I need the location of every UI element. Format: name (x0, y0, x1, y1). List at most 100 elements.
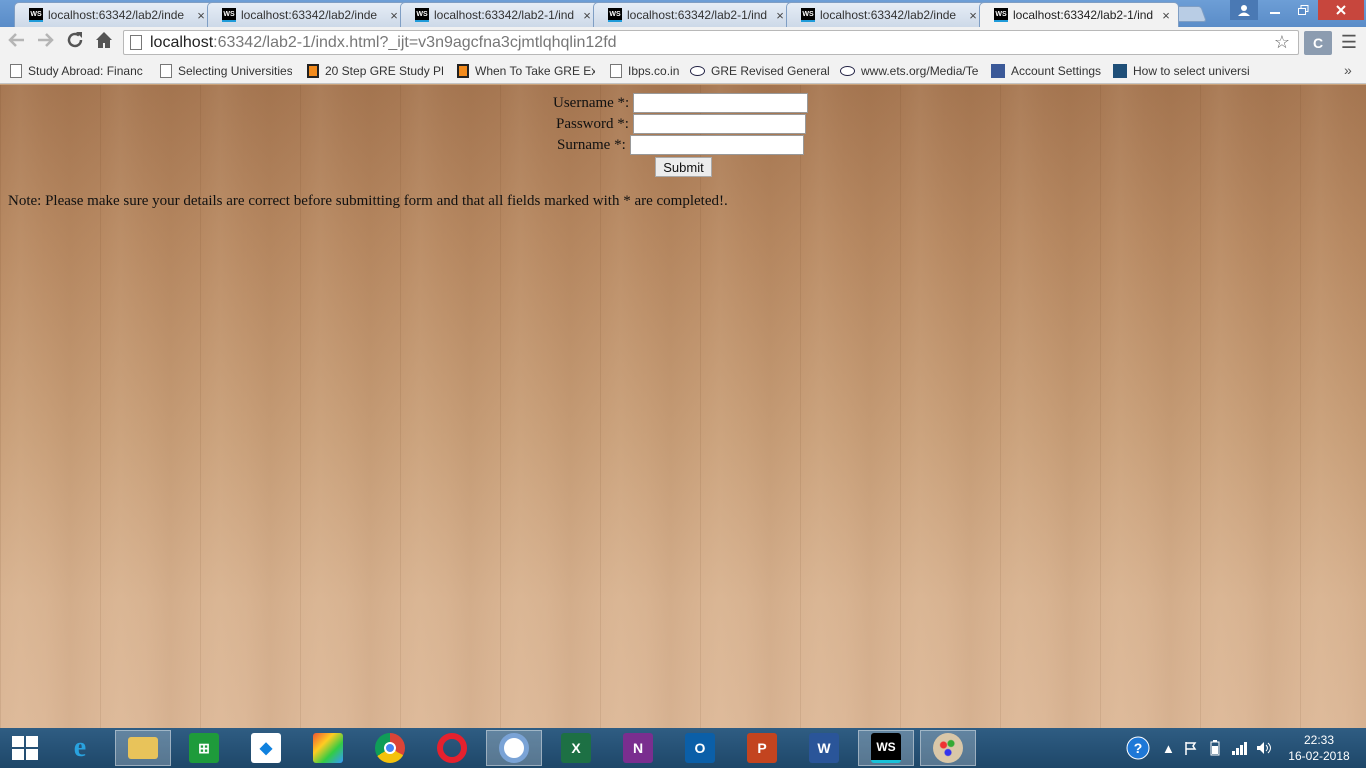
restore-icon (1297, 4, 1308, 15)
browser-tab[interactable]: WS localhost:63342/lab2/inde × (207, 2, 407, 27)
battery-icon-svg (1210, 740, 1220, 756)
speaker-icon (1257, 742, 1271, 754)
user-profile-button[interactable] (1230, 0, 1258, 20)
taskbar-chrome[interactable] (362, 730, 418, 766)
password-input[interactable] (632, 114, 806, 134)
clock-time: 22:33 (1303, 733, 1335, 747)
bookmark-item[interactable]: How to select universi (1113, 62, 1251, 80)
tab-close-icon[interactable]: × (967, 8, 979, 23)
facebook-icon (991, 64, 1005, 78)
bookmark-label: www.ets.org/Media/Te (861, 64, 978, 78)
bookmark-item[interactable]: Ibps.co.in (610, 62, 682, 80)
taskbar-excel[interactable]: X (548, 730, 604, 766)
tab-close-icon[interactable]: × (581, 8, 593, 23)
extension-button[interactable]: C (1304, 31, 1332, 55)
paint-app-icon (313, 733, 343, 763)
wifi-signal-icon[interactable] (1232, 728, 1248, 768)
close-window-button[interactable] (1318, 0, 1364, 20)
menu-icon[interactable]: ☰ (1338, 30, 1360, 54)
taskbar-paint[interactable] (920, 730, 976, 766)
forward-button[interactable] (33, 31, 57, 55)
ets-logo-icon (840, 66, 855, 76)
help-icon[interactable]: ? (1126, 728, 1150, 768)
bookmark-label: GRE Revised General T (711, 64, 830, 78)
taskbar-webstorm[interactable]: WS (858, 730, 914, 766)
taskbar-paint-app[interactable] (300, 730, 356, 766)
tab-close-icon[interactable]: × (388, 8, 400, 23)
bookmark-item[interactable]: Selecting Universities (160, 62, 292, 80)
taskbar-onenote[interactable]: N (610, 730, 666, 766)
excel-icon: X (561, 733, 591, 763)
form-note: Note: Please make sure your details are … (8, 193, 728, 209)
dropbox-icon: ◆ (251, 733, 281, 763)
surname-input[interactable] (629, 135, 804, 155)
address-bar[interactable]: localhost:63342/lab2-1/indx.html?_ijt=v3… (123, 30, 1299, 55)
study-plan-favicon-icon (457, 64, 469, 78)
taskbar-opera[interactable] (424, 730, 480, 766)
browser-tab[interactable]: WS localhost:63342/lab2-1/ind × (400, 2, 600, 27)
bookmark-item[interactable]: When To Take GRE Ex (457, 62, 595, 80)
tab-close-icon[interactable]: × (1160, 8, 1172, 23)
bookmarks-overflow-icon[interactable]: » (1344, 62, 1352, 78)
minimize-button[interactable] (1262, 0, 1288, 20)
home-button[interactable] (92, 31, 116, 55)
battery-icon[interactable] (1210, 728, 1220, 768)
bookmark-label: Ibps.co.in (628, 64, 680, 78)
bookmark-item[interactable]: 20 Step GRE Study Pla (307, 62, 444, 80)
bookmark-item[interactable]: Study Abroad: Financ (10, 62, 145, 80)
taskbar-store[interactable]: ⊞ (176, 730, 232, 766)
chrome-icon (375, 733, 405, 763)
page-icon (10, 64, 22, 78)
taskbar-dropbox[interactable]: ◆ (238, 730, 294, 766)
browser-tab-active[interactable]: WS localhost:63342/lab2-1/ind × (979, 2, 1179, 27)
taskbar-clock[interactable]: 22:33 16-02-2018 (1280, 732, 1358, 764)
browser-tab[interactable]: WS localhost:63342/lab2/inde × (14, 2, 214, 27)
taskbar-chrome-active[interactable] (486, 730, 542, 766)
store-icon: ⊞ (189, 733, 219, 763)
username-label: Username *: (553, 94, 630, 111)
bookmark-item[interactable]: Account Settings (991, 62, 1103, 80)
username-row: Username *: (553, 93, 809, 113)
restore-button[interactable] (1290, 0, 1316, 20)
tab-title: localhost:63342/lab2/inde (241, 8, 378, 22)
svg-text:?: ? (1134, 740, 1143, 756)
flag-icon[interactable] (1184, 728, 1198, 768)
windows-taskbar: e ⊞ ◆ X N O P W WS ? ▲ 22:33 16-02-2018 (0, 728, 1366, 768)
bookmark-item[interactable]: www.ets.org/Media/Te (840, 62, 978, 80)
bookmark-item[interactable]: GRE Revised General T (690, 62, 830, 80)
username-input[interactable] (633, 93, 809, 113)
bookmark-label: Account Settings (1011, 64, 1102, 78)
clock-date: 16-02-2018 (1288, 749, 1350, 763)
taskbar-powerpoint[interactable]: P (734, 730, 790, 766)
tab-title: localhost:63342/lab2/inde (48, 8, 185, 22)
taskbar-outlook[interactable]: O (672, 730, 728, 766)
browser-tab[interactable]: WS localhost:63342/lab2/inde × (786, 2, 986, 27)
submit-button[interactable]: Submit (655, 157, 712, 177)
tab-title: localhost:63342/lab2-1/ind (627, 8, 768, 22)
webstorm-favicon-icon: WS (29, 8, 43, 22)
webstorm-icon: WS (871, 733, 901, 763)
bookmarks-bar: Study Abroad: Financ Selecting Universit… (0, 58, 1366, 84)
onenote-icon: N (623, 733, 653, 763)
browser-tab[interactable]: WS localhost:63342/lab2-1/ind × (593, 2, 793, 27)
folder-icon (128, 737, 158, 759)
back-button[interactable] (5, 31, 29, 55)
page-viewport: Username *: Password *: Surname *: Submi… (0, 85, 1366, 728)
arrow-right-icon (38, 33, 54, 47)
bookmark-label: 20 Step GRE Study Pla (325, 64, 444, 78)
tab-close-icon[interactable]: × (195, 8, 207, 23)
person-icon (1238, 5, 1250, 16)
powerpoint-icon: P (747, 733, 777, 763)
tray-overflow-icon[interactable]: ▲ (1162, 728, 1175, 768)
bookmark-star-icon[interactable]: ☆ (1274, 32, 1290, 53)
webstorm-favicon-icon: WS (801, 8, 815, 22)
taskbar-word[interactable]: W (796, 730, 852, 766)
tab-close-icon[interactable]: × (774, 8, 786, 23)
taskbar-ie[interactable]: e (52, 730, 108, 766)
chrome-icon (499, 733, 529, 763)
reload-button[interactable] (63, 31, 87, 55)
volume-icon[interactable] (1256, 728, 1272, 768)
home-icon (96, 32, 112, 48)
windows-start-icon[interactable] (12, 736, 38, 760)
taskbar-file-explorer[interactable] (115, 730, 171, 766)
